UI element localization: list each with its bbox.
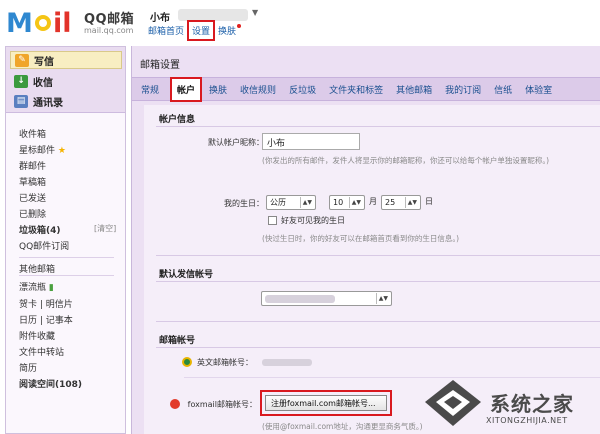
tab-other-mailboxes[interactable]: 其他邮箱 [396, 83, 432, 96]
folder-other-mailboxes[interactable]: 其他邮箱 [19, 257, 114, 275]
bottle-icon: ▮ [48, 283, 54, 293]
divider [156, 255, 600, 256]
folder-drafts[interactable]: 草稿箱 [19, 175, 46, 188]
new-dot-icon [237, 24, 242, 28]
settings-panel: 邮箱设置 常规 帐户 换肤 收信规则 反垃圾 文件夹和标签 其他邮箱 我的订阅 … [131, 46, 600, 434]
address-book-icon: ▤ [14, 94, 28, 108]
foxmail-hint: (使用@foxmail.com地址，沟通更显商务气质。) [262, 422, 423, 431]
register-foxmail-button[interactable]: 注册foxmail.com邮箱帐号... [265, 395, 387, 411]
folder-sent[interactable]: 已发送 [19, 191, 46, 204]
tab-account[interactable]: 帐户 [170, 76, 203, 102]
svg-text:M: M [6, 8, 33, 39]
nickname-input[interactable]: 小布 [262, 133, 360, 150]
home-link[interactable]: 邮箱首页 [148, 24, 184, 39]
pencil-icon: ✎ [15, 53, 29, 67]
tab-subscriptions[interactable]: 我的订阅 [445, 83, 481, 96]
folder-resume[interactable]: 简历 [19, 361, 37, 374]
receive-label: 收信 [33, 77, 53, 89]
receive-button[interactable]: ↓ 收信 [10, 72, 122, 90]
write-button[interactable]: ✎ 写信 [10, 51, 122, 69]
nickname-hint: (你发出的所有邮件，发件人将显示你的邮箱昵称，你还可以给每个帐户单独设置昵称。) [262, 156, 550, 165]
tab-general[interactable]: 常规 [141, 83, 159, 96]
birthday-label: 我的生日： [224, 199, 264, 208]
day-unit: 日 [425, 197, 433, 206]
tab-stationery[interactable]: 信纸 [494, 83, 512, 96]
tab-folders-labels[interactable]: 文件夹和标签 [329, 83, 383, 96]
month-value: 10 [333, 198, 344, 207]
tab-lab[interactable]: 体验室 [525, 83, 552, 96]
foxmail-account-label: foxmail邮箱帐号： [187, 400, 257, 409]
divider [156, 126, 600, 127]
day-value: 25 [385, 198, 396, 207]
folder-attachments[interactable]: 附件收藏 [19, 329, 55, 342]
sidebar-actions: ✎ 写信 ↓ 收信 ▤ 通讯录 [6, 47, 125, 113]
star-icon: ★ [57, 146, 66, 156]
select-arrows-icon: ▲▼ [404, 197, 417, 208]
english-account-label: 英文邮箱帐号： [197, 358, 253, 367]
folder-deleted[interactable]: 已删除 [19, 207, 46, 220]
tab-anti-spam[interactable]: 反垃圾 [289, 83, 316, 96]
divider [156, 321, 600, 322]
chevron-down-icon[interactable]: ▼ [252, 8, 258, 17]
divider [156, 281, 600, 282]
watermark-subtext: XITONGZHIJIA.NET [486, 416, 568, 425]
folder-starred[interactable]: 星标邮件 ★ [19, 143, 66, 156]
month-unit: 月 [369, 197, 377, 206]
section-mail-accounts: 邮箱帐号 [159, 336, 196, 346]
folder-group-mail[interactable]: 群邮件 [19, 159, 46, 172]
contacts-button[interactable]: ▤ 通讯录 [10, 92, 122, 110]
folder-file-transfer[interactable]: 文件中转站 [19, 345, 64, 358]
divider [156, 347, 600, 348]
brand-name: QQ邮箱 [84, 12, 135, 27]
folder-inbox[interactable]: 收件箱 [19, 127, 46, 140]
default-sender-select[interactable]: ▲▼ [261, 291, 392, 306]
birthday-visible-label: 好友可见我的生日 [281, 216, 345, 225]
folder-subscriptions[interactable]: QQ邮件订阅 [19, 239, 69, 252]
user-name[interactable]: 小布 [150, 9, 170, 24]
section-default-sender: 默认发信帐号 [159, 270, 214, 280]
sender-account-blurred [265, 294, 335, 303]
folder-calendar[interactable]: 日历 | 记事本 [19, 313, 73, 326]
calendar-type-value: 公历 [270, 198, 286, 207]
english-account-blurred [262, 359, 312, 366]
watermark-text: 系统之家 [490, 392, 574, 416]
write-label: 写信 [34, 56, 54, 68]
sidebar: ✎ 写信 ↓ 收信 ▤ 通讯录 收件箱 星标邮件 ★ 群邮件 草稿箱 已发送 已… [5, 46, 126, 434]
month-select[interactable]: 10 ▲▼ [329, 195, 365, 210]
birthday-hint: (快过生日时，你的好友可以在邮箱首页看到你的生日信息。) [262, 234, 460, 243]
folder-starred-label: 星标邮件 [19, 146, 56, 156]
folder-spam[interactable]: 垃圾箱(4) [19, 223, 61, 236]
inbox-download-icon: ↓ [14, 74, 28, 88]
select-arrows-icon: ▲▼ [375, 293, 388, 304]
top-links: 邮箱首页 设置 换肤 [148, 20, 242, 41]
tab-receive-rules[interactable]: 收信规则 [240, 83, 276, 96]
page-title: 邮箱设置 [140, 60, 180, 71]
user-email-blurred [178, 9, 248, 21]
drift-bottle-label: 漂流瓶 [19, 283, 47, 293]
folder-reading-space[interactable]: 阅读空间(108) [19, 377, 82, 390]
birthday-visible-checkbox[interactable] [268, 216, 277, 225]
skin-link-label: 换肤 [218, 27, 237, 37]
nickname-label: 默认帐户昵称： [208, 138, 264, 147]
contacts-label: 通讯录 [33, 97, 63, 109]
skin-link[interactable]: 换肤 [218, 24, 242, 39]
day-select[interactable]: 25 ▲▼ [381, 195, 421, 210]
clear-spam-button[interactable]: [清空] [94, 223, 116, 234]
calendar-type-select[interactable]: 公历 ▲▼ [266, 195, 316, 210]
select-arrows-icon: ▲▼ [299, 197, 312, 208]
tab-skin[interactable]: 换肤 [209, 83, 227, 96]
svg-text:il: il [53, 8, 72, 39]
folder-cards[interactable]: 贺卡 | 明信片 [19, 297, 73, 310]
settings-link[interactable]: 设置 [187, 20, 216, 41]
section-account-info: 帐户信息 [159, 115, 196, 125]
folder-drift-bottle[interactable]: 漂流瓶 ▮ [19, 275, 114, 293]
settings-tabs: 常规 帐户 换肤 收信规则 反垃圾 文件夹和标签 其他邮箱 我的订阅 信纸 体验… [132, 76, 600, 102]
select-arrows-icon: ▲▼ [348, 197, 361, 208]
brand-domain: mail.qq.com [84, 26, 134, 35]
